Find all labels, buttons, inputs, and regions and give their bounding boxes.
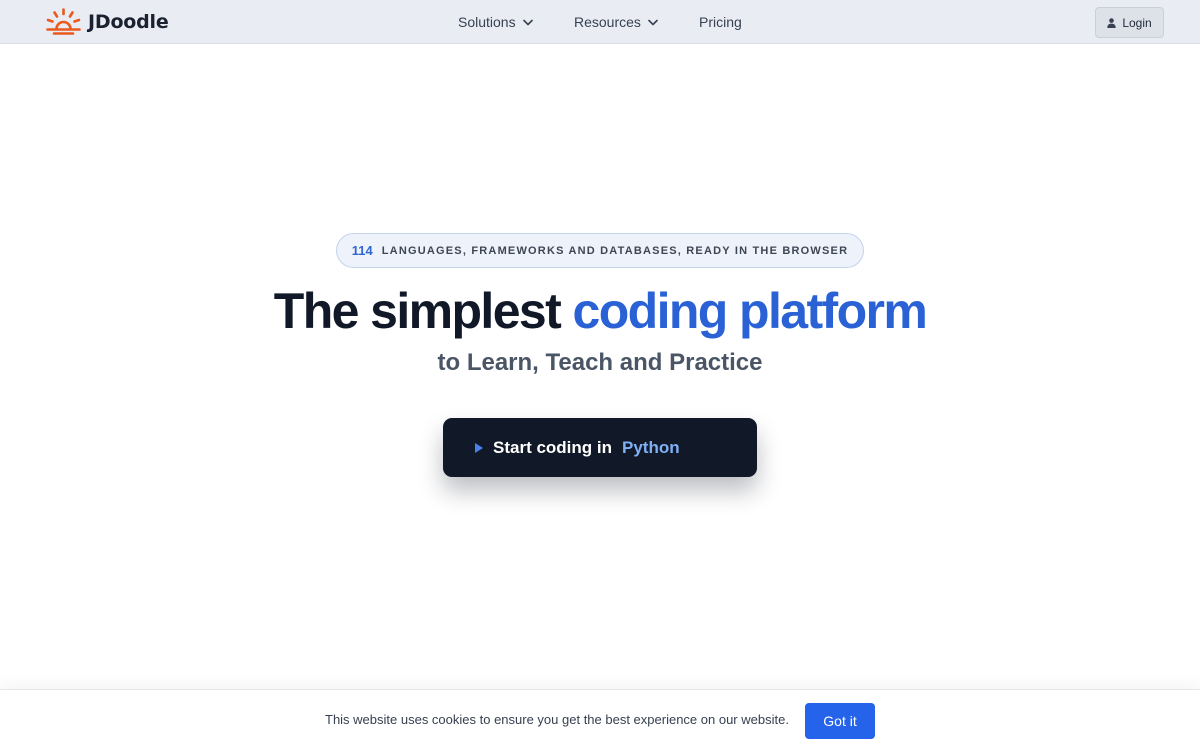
chevron-down-icon	[522, 19, 533, 25]
nav-item-solutions[interactable]: Solutions	[458, 0, 533, 44]
brand-logo[interactable]: JDoodle	[46, 8, 169, 36]
login-button-label: Login	[1122, 15, 1152, 30]
chevron-down-icon	[648, 19, 658, 25]
nav-item-label: Solutions	[458, 14, 516, 30]
languages-badge-text: LANGUAGES, FRAMEWORKS AND DATABASES, REA…	[381, 244, 849, 257]
sunrise-logo-icon	[46, 8, 81, 35]
languages-badge: 114 LANGUAGES, FRAMEWORKS AND DATABASES,…	[336, 233, 864, 268]
start-coding-label: Start coding in	[493, 437, 612, 457]
start-coding-button[interactable]: Start coding in Python	[443, 418, 757, 477]
hero-subheadline: to Learn, Teach and Practice	[437, 349, 763, 376]
play-icon	[475, 442, 483, 453]
page: JDoodle Solutions Resources Pricing Logi…	[0, 0, 1200, 750]
hero-headline: The simplest coding platform	[0, 282, 1200, 340]
top-navigation-bar: JDoodle Solutions Resources Pricing Logi…	[0, 0, 1200, 44]
languages-count: 114	[351, 243, 373, 258]
headline-accent: coding platform	[572, 283, 927, 339]
selected-language: Python	[622, 437, 680, 457]
login-button[interactable]: Login	[1095, 7, 1164, 38]
accept-cookies-button[interactable]: Got it	[805, 703, 875, 739]
nav-item-label: Resources	[574, 14, 641, 30]
brand-name: JDoodle	[88, 11, 169, 33]
headline-main: The simplest	[273, 283, 573, 339]
cookie-message: This website uses cookies to ensure you …	[325, 712, 789, 727]
nav-item-label: Pricing	[699, 14, 742, 30]
user-icon	[1107, 17, 1117, 28]
nav-item-pricing[interactable]: Pricing	[699, 0, 742, 44]
nav-item-resources[interactable]: Resources	[574, 0, 658, 44]
cookie-consent-bar: This website uses cookies to ensure you …	[0, 689, 1200, 750]
